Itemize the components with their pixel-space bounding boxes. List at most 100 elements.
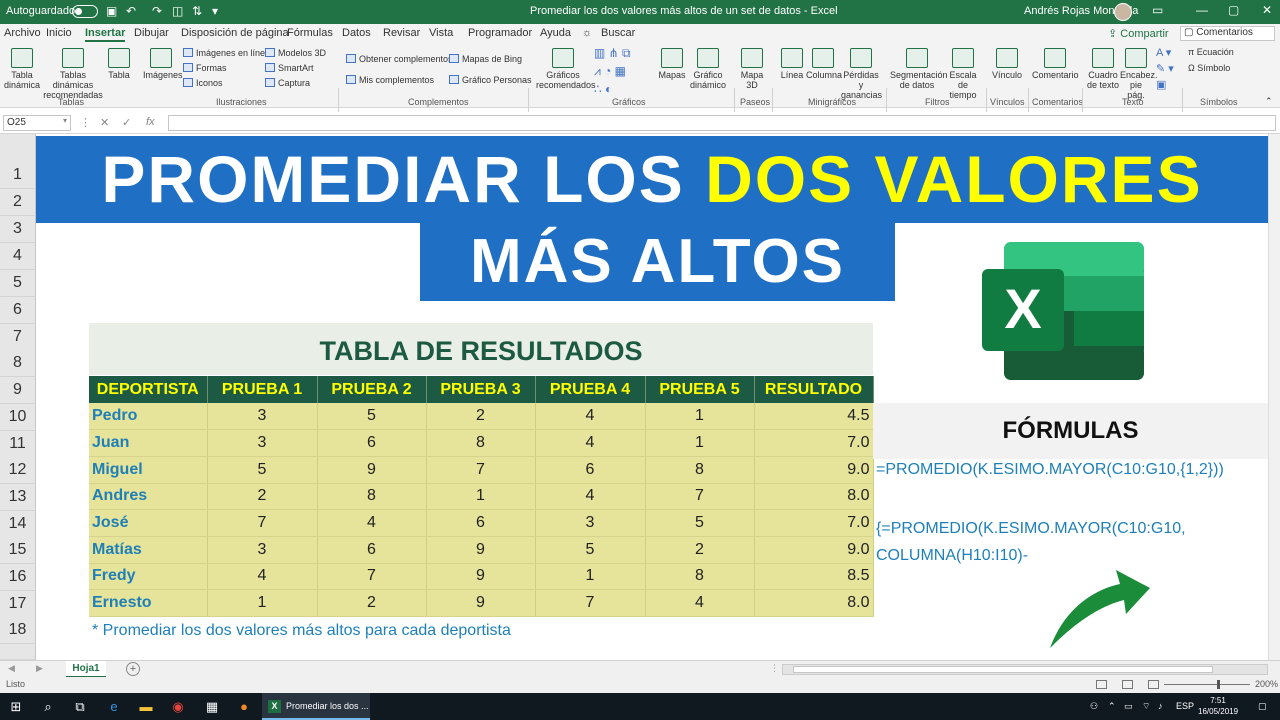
vertical-scrollbar[interactable] (1268, 134, 1280, 660)
my-addins-button[interactable]: Mis complementos (346, 75, 434, 85)
score-cell[interactable]: 3 (535, 509, 646, 537)
windows-start-icon[interactable]: ⊞ (8, 699, 24, 714)
result-cell[interactable]: 9.0 (754, 536, 874, 564)
tab-inicio[interactable]: Inicio (46, 27, 72, 39)
taskbar-excel-app[interactable]: X Promediar los dos ... (262, 693, 370, 720)
column-header-prueba-2[interactable]: PRUEBA 2 (317, 376, 427, 403)
tab-dibujar[interactable]: Dibujar (134, 27, 169, 39)
score-cell[interactable]: 1 (645, 429, 755, 457)
score-cell[interactable]: 6 (426, 509, 536, 537)
network-icon[interactable]: ⌔ (1142, 701, 1150, 712)
tab-ayuda[interactable]: Ayuda (540, 27, 571, 39)
page-break-view-icon[interactable] (1148, 680, 1159, 689)
zoom-slider[interactable] (1164, 684, 1250, 685)
smartart-button[interactable]: SmartArt (265, 63, 314, 73)
media-app-icon[interactable]: ● (236, 699, 252, 714)
prev-sheet-icon[interactable]: ◀ (8, 663, 15, 674)
redo-icon[interactable]: ↷ (152, 4, 162, 18)
row-header[interactable]: 18 (0, 617, 36, 644)
athlete-name-cell[interactable]: Ernesto (89, 589, 208, 617)
sort-icon[interactable]: ⇅ (192, 4, 202, 18)
online-pictures-button[interactable]: Imágenes en línea (183, 48, 270, 58)
row-header[interactable]: 6 (0, 297, 36, 324)
score-cell[interactable]: 7 (426, 456, 536, 484)
name-box-dropdown-icon[interactable]: ▾ (63, 116, 67, 125)
athlete-name-cell[interactable]: Pedro (89, 403, 208, 431)
score-cell[interactable]: 8 (317, 483, 427, 511)
athlete-name-cell[interactable]: Matías (89, 536, 208, 564)
athlete-name-cell[interactable]: Miguel (89, 456, 208, 484)
column-header-resultado[interactable]: RESULTADO (754, 376, 874, 403)
win-loss-button[interactable]: Pérdidas y ganancias (841, 48, 882, 100)
recommended-pivot-button[interactable]: Tablas dinámicas recomendadas (42, 48, 104, 100)
scroll-thumb[interactable] (793, 666, 1213, 673)
row-header[interactable]: 10 (0, 404, 36, 431)
select-all-corner[interactable] (0, 134, 36, 162)
line-sparkline-button[interactable]: Línea (778, 48, 806, 80)
score-cell[interactable]: 1 (535, 563, 646, 591)
task-view-icon[interactable]: ⧉ (72, 699, 88, 714)
zoom-slider-knob[interactable] (1217, 680, 1220, 689)
row-header[interactable]: 8 (0, 350, 36, 377)
column-header-prueba-4[interactable]: PRUEBA 4 (535, 376, 646, 403)
row-header[interactable]: 16 (0, 564, 36, 591)
score-cell[interactable]: 1 (207, 589, 318, 617)
formula-input[interactable] (168, 115, 1276, 131)
file-explorer-icon[interactable]: ▬ (138, 699, 154, 714)
save-icon[interactable]: ▣ (106, 4, 117, 18)
enter-icon[interactable]: ✓ (122, 116, 131, 129)
insert-function-icon[interactable]: fx (146, 116, 155, 128)
icons-button[interactable]: Iconos (183, 78, 223, 88)
notifications-icon[interactable]: ▢ (1258, 701, 1267, 712)
row-header[interactable]: 13 (0, 484, 36, 511)
score-cell[interactable]: 9 (426, 589, 536, 617)
row-header[interactable]: 11 (0, 431, 36, 458)
score-cell[interactable]: 5 (535, 536, 646, 564)
comment-button[interactable]: Comentario (1032, 48, 1079, 80)
next-sheet-icon[interactable]: ▶ (36, 663, 43, 674)
score-cell[interactable]: 7 (535, 589, 646, 617)
row-header[interactable]: 7 (0, 324, 36, 351)
object-icon[interactable]: ▣ (1156, 78, 1166, 91)
column-chart-icon[interactable]: ▥ ⋔ ⧉ (594, 46, 631, 61)
athlete-name-cell[interactable]: Andres (89, 483, 208, 511)
score-cell[interactable]: 8 (645, 456, 755, 484)
bing-maps-button[interactable]: Mapas de Bing (449, 54, 522, 64)
tab-datos[interactable]: Datos (342, 27, 371, 39)
textbox-button[interactable]: Cuadro de texto (1086, 48, 1120, 90)
tab-programador[interactable]: Programador (468, 27, 532, 39)
recommended-charts-button[interactable]: Gráficos recomendados (536, 48, 596, 90)
result-cell[interactable]: 8.5 (754, 563, 874, 591)
athlete-name-cell[interactable]: Juan (89, 429, 208, 457)
close-icon[interactable]: ✕ (1262, 3, 1272, 17)
row-header[interactable] (0, 644, 36, 660)
scatter-chart-icon[interactable]: ∴ ◐ (594, 82, 612, 96)
pivot-table-button[interactable]: Tabla dinámica (4, 48, 40, 90)
score-cell[interactable]: 9 (317, 456, 427, 484)
row-header[interactable]: 12 (0, 457, 36, 484)
maximize-icon[interactable]: ▢ (1228, 3, 1239, 17)
sheet-tab-hoja1[interactable]: Hoja1 (66, 661, 106, 678)
score-cell[interactable]: 9 (426, 563, 536, 591)
tab-vista[interactable]: Vista (429, 27, 453, 39)
row-header[interactable]: 1 (0, 162, 36, 189)
score-cell[interactable]: 2 (426, 403, 536, 431)
score-cell[interactable]: 7 (207, 509, 318, 537)
result-cell[interactable]: 7.0 (754, 509, 874, 537)
score-cell[interactable]: 4 (317, 509, 427, 537)
pivot-chart-button[interactable]: Gráfico dinámico (688, 48, 728, 90)
add-sheet-icon[interactable]: + (126, 662, 140, 676)
score-cell[interactable]: 7 (317, 563, 427, 591)
row-header[interactable]: 3 (0, 216, 36, 243)
tab-disposicion[interactable]: Disposición de página (181, 27, 289, 39)
score-cell[interactable]: 4 (535, 429, 646, 457)
comments-button[interactable]: ▢ Comentarios (1180, 26, 1275, 41)
collapse-ribbon-icon[interactable]: ⌃ (1265, 96, 1273, 107)
tab-archivo[interactable]: Archivo (4, 27, 41, 39)
score-cell[interactable]: 4 (535, 403, 646, 431)
taskbar-clock[interactable]: 7:51 16/05/2019 (1198, 695, 1238, 717)
row-header[interactable]: 4 (0, 243, 36, 270)
row-header[interactable]: 17 (0, 591, 36, 618)
result-cell[interactable]: 9.0 (754, 456, 874, 484)
column-header-deportista[interactable]: DEPORTISTA (89, 376, 208, 403)
